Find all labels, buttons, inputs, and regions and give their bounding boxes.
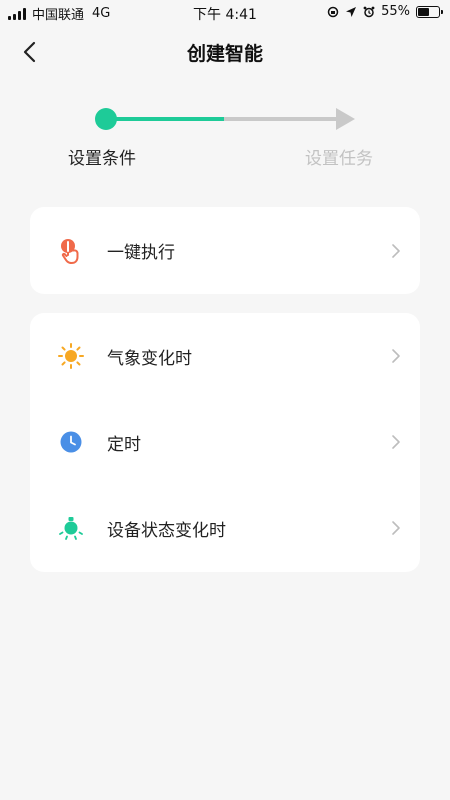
battery-fill (418, 7, 429, 16)
status-right: 55% (327, 4, 443, 19)
chevron-right-icon (392, 243, 400, 258)
row-label: 设备状态变化时 (107, 520, 226, 541)
location-icon (346, 6, 357, 17)
sun-icon (58, 343, 84, 369)
chevron-right-icon (392, 435, 400, 449)
alarm-icon (363, 6, 375, 17)
card-manual: 一键执行 (30, 207, 420, 294)
page-title: 创建智能 (186, 43, 263, 65)
row-weather-change[interactable]: 气象变化时 (30, 313, 420, 399)
battery-icon (416, 5, 443, 18)
chevron-right-icon (392, 349, 400, 363)
step-dot-icon (95, 108, 117, 130)
row-timer[interactable]: 定时 (30, 399, 420, 485)
step-label-tasks: 设置任务 (305, 149, 373, 169)
tap-hand-icon (61, 238, 79, 264)
battery-percent: 55% (381, 4, 410, 19)
row-label: 一键执行 (107, 243, 175, 263)
step-label-conditions: 设置条件 (68, 149, 136, 169)
clock-icon (60, 431, 82, 453)
card-auto-conditions: 气象变化时 定时 设备状态变化时 (30, 313, 420, 572)
status-bar: 中国联通 4G 下午 4:41 55% (0, 0, 450, 24)
row-one-tap-execute[interactable]: 一键执行 (30, 207, 420, 294)
orientation-lock-icon (327, 6, 339, 17)
chevron-right-icon (392, 521, 400, 535)
step-progress: 设置条件 设置任务 (0, 96, 450, 176)
arrow-right-icon (336, 108, 355, 130)
row-label: 气象变化时 (107, 348, 192, 369)
progress-track (95, 108, 355, 130)
row-device-status-change[interactable]: 设备状态变化时 (30, 485, 420, 571)
row-label: 定时 (107, 434, 141, 455)
nav-bar: 创建智能 (0, 30, 450, 74)
device-bulb-icon (59, 517, 83, 540)
